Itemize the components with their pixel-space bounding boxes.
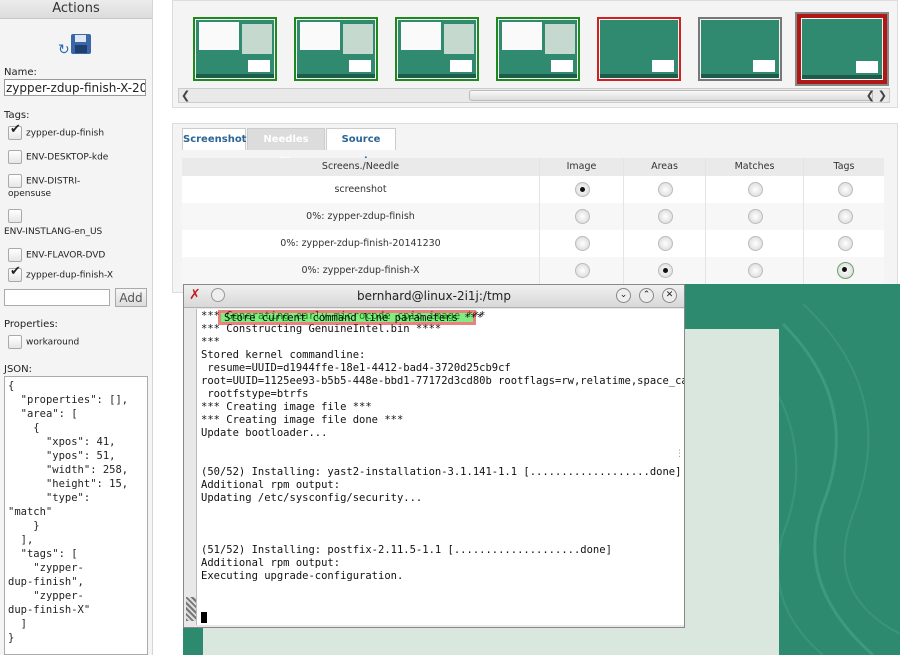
table-header: Screens./Needle Image Areas Matches Tags xyxy=(182,158,884,176)
checkbox[interactable] xyxy=(8,209,22,223)
add-tag-button[interactable]: Add xyxy=(115,288,147,307)
column-header: Screens./Needle xyxy=(182,158,540,176)
json-content: { "properties": [], "area": [ { "xpos": … xyxy=(8,380,129,644)
properties-label: Properties: xyxy=(4,319,58,330)
table-row: screenshot xyxy=(182,176,884,203)
tag-label: zypper-dup-finish xyxy=(26,128,105,139)
thumbnail[interactable] xyxy=(193,17,277,81)
radio-matches[interactable] xyxy=(748,182,763,197)
new-tag-input[interactable] xyxy=(4,289,110,306)
checkbox[interactable] xyxy=(8,174,22,188)
radio-tags[interactable] xyxy=(838,209,853,224)
radio-areas[interactable] xyxy=(658,182,673,197)
needle-name: screenshot xyxy=(182,176,540,203)
json-textarea[interactable]: { "properties": [], "area": [ { "xpos": … xyxy=(4,376,148,655)
terminal-title: bernhard@linux-2i1j:/tmp xyxy=(357,289,511,303)
radio-matches[interactable] xyxy=(748,263,763,278)
maximize-icon[interactable]: ⌃ xyxy=(639,288,654,303)
tab-source-code[interactable]: Source code xyxy=(326,128,396,167)
radio-matches[interactable] xyxy=(748,209,763,224)
checkbox[interactable] xyxy=(8,335,22,349)
radio-image[interactable] xyxy=(575,236,590,251)
needle-table: Screens./Needle Image Areas Matches Tags… xyxy=(182,158,884,288)
tag-label: ENV-FLAVOR-DVD xyxy=(26,250,106,261)
scroll-grip[interactable] xyxy=(186,597,196,621)
column-header: Areas xyxy=(624,158,706,176)
checkbox[interactable] xyxy=(8,150,22,164)
tab-needles-editor[interactable]: Needles editor xyxy=(247,128,325,167)
thumbnail[interactable] xyxy=(395,17,479,81)
json-label: JSON: xyxy=(4,364,33,375)
close-icon[interactable]: ✕ xyxy=(662,288,677,303)
scroll-right-icon[interactable]: ❯ xyxy=(878,89,887,102)
needle-name: 0%: zypper-zdup-finish-X xyxy=(182,257,540,284)
thumbnail[interactable] xyxy=(496,17,580,81)
thumbnail[interactable] xyxy=(294,17,378,81)
radio-areas[interactable] xyxy=(658,263,673,278)
save-needle-button[interactable]: ↻ xyxy=(58,32,94,58)
thumbnail-selected[interactable] xyxy=(797,14,887,84)
terminal-output[interactable]: *** Generating early-microcode cpio imag… xyxy=(196,309,684,625)
scroll-marker: ⋮ xyxy=(675,449,684,459)
terminal-window[interactable]: ✗ bernhard@linux-2i1j:/tmp ⌄ ⌃ ✕ *** Gen… xyxy=(183,284,685,628)
scroll-left-icon[interactable]: ❮ xyxy=(181,89,190,102)
checkbox[interactable]: ✔ xyxy=(8,122,22,140)
radio-image[interactable] xyxy=(575,263,590,278)
column-header: Image xyxy=(540,158,624,176)
needle-name: 0%: zypper-zdup-finish-20141230 xyxy=(182,230,540,257)
property-checkbox-item[interactable]: workaround xyxy=(8,335,79,349)
tab-screenshot[interactable]: Screenshot xyxy=(182,128,246,150)
checkbox[interactable] xyxy=(8,248,22,262)
radio-matches[interactable] xyxy=(748,236,763,251)
checkmark-icon: ✔ xyxy=(10,264,21,279)
radio-areas[interactable] xyxy=(658,209,673,224)
thumbnail-scrollbar[interactable]: ❮ ❮ ❯ xyxy=(178,88,890,103)
needle-name-input[interactable]: zypper-zdup-finish-X-20 xyxy=(4,79,146,96)
property-label: workaround xyxy=(26,337,80,348)
radio-tags[interactable] xyxy=(837,262,854,279)
thumbnail[interactable] xyxy=(597,17,681,81)
column-header: Matches xyxy=(706,158,804,176)
highlighted-text: Store current command line parameters **… xyxy=(224,312,484,324)
terminal-titlebar[interactable]: ✗ bernhard@linux-2i1j:/tmp ⌄ ⌃ ✕ xyxy=(184,285,684,308)
table-row: 0%: zypper-zdup-finish-20141230 xyxy=(182,230,884,257)
radio-tags[interactable] xyxy=(838,182,853,197)
save-icon: ↻ xyxy=(58,34,91,58)
needle-name: 0%: zypper-zdup-finish xyxy=(182,203,540,230)
column-header: Tags xyxy=(833,161,855,172)
radio-tags[interactable] xyxy=(838,236,853,251)
svg-text:↻: ↻ xyxy=(58,42,70,58)
table-row: 0%: zypper-zdup-finish xyxy=(182,203,884,230)
checkmark-icon: ✔ xyxy=(10,122,21,137)
radio-areas[interactable] xyxy=(658,236,673,251)
tag-checkbox-item[interactable]: ENV-INSTLANG-en_US xyxy=(4,209,124,238)
tags-label: Tags: xyxy=(4,110,30,121)
minimize-icon[interactable]: ⌄ xyxy=(616,288,631,303)
tag-label: zypper-dup-finish-X xyxy=(26,270,113,281)
radio-image[interactable] xyxy=(575,209,590,224)
tag-checkbox-item[interactable]: ENV-DISTRI-opensuse xyxy=(8,174,112,200)
actions-panel: Actions ↻ Name: zypper-zdup-finish-X-20 … xyxy=(0,0,153,655)
radio-image[interactable] xyxy=(575,182,590,197)
tag-label: ENV-INSTLANG-en_US xyxy=(4,227,103,237)
tag-checkbox-item[interactable]: ✔ zypper-dup-finish xyxy=(8,122,105,140)
actions-title: Actions xyxy=(0,0,152,19)
tag-label: ENV-DESKTOP-kde xyxy=(26,152,109,163)
thumbnail[interactable] xyxy=(698,17,782,81)
name-label: Name: xyxy=(4,67,37,78)
tag-checkbox-item[interactable]: ✔ zypper-dup-finish-X xyxy=(8,264,113,282)
table-row: 0%: zypper-zdup-finish-X xyxy=(182,257,884,284)
terminal-text: *** Generating early-microcode cpio imag… xyxy=(201,310,684,582)
cursor xyxy=(201,612,207,623)
tag-checkbox-item[interactable]: ENV-DESKTOP-kde xyxy=(8,150,108,164)
tag-checkbox-item[interactable]: ENV-FLAVOR-DVD xyxy=(8,248,105,262)
checkbox[interactable]: ✔ xyxy=(8,264,22,282)
scroll-thumb[interactable] xyxy=(469,90,873,101)
scroll-left-icon[interactable]: ❮ xyxy=(866,89,875,102)
